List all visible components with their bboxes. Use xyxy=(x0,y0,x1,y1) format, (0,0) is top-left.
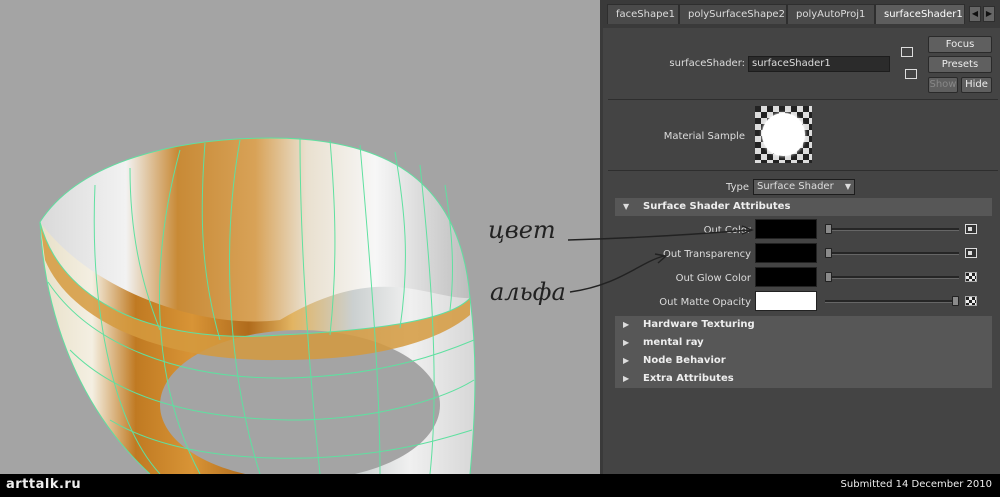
type-dropdown-value: Surface Shader xyxy=(757,181,834,192)
section-mental-ray[interactable]: ▶ mental ray xyxy=(615,334,992,352)
section-surface-shader-attributes[interactable]: ▼ Surface Shader Attributes xyxy=(615,198,992,216)
focus-button[interactable]: Focus xyxy=(928,36,992,53)
tab-scroll-left-icon[interactable]: ◀ xyxy=(969,6,981,22)
out-matte-opacity-label: Out Matte Opacity xyxy=(659,297,751,308)
expand-triangle-icon: ▶ xyxy=(623,338,630,347)
out-color-label: Out Color xyxy=(703,225,751,236)
attribute-editor: faceShape1 polySurfaceShape2 polyAutoPro… xyxy=(603,0,1000,474)
hide-button[interactable]: Hide xyxy=(961,77,992,93)
out-matte-opacity-slider-handle[interactable] xyxy=(952,296,959,306)
tab-scroll-right-icon[interactable]: ▶ xyxy=(983,6,995,22)
sample-sphere xyxy=(762,113,805,156)
footer-bar: arttalk.ru Submitted 14 December 2010 xyxy=(0,474,1000,497)
collapse-triangle-icon: ▼ xyxy=(623,202,630,211)
material-sample-label: Material Sample xyxy=(663,131,745,142)
submitted-date: Submitted 14 December 2010 xyxy=(840,479,992,490)
output-connection-icon[interactable] xyxy=(905,69,917,79)
separator xyxy=(608,99,998,100)
site-logo[interactable]: arttalk.ru xyxy=(6,477,81,492)
section-title: Hardware Texturing xyxy=(643,319,755,330)
out-matte-opacity-map-icon[interactable] xyxy=(965,296,977,306)
show-button[interactable]: Show xyxy=(928,77,958,93)
section-title: Node Behavior xyxy=(643,355,726,366)
presets-button[interactable]: Presets xyxy=(928,56,992,73)
section-hardware-texturing[interactable]: ▶ Hardware Texturing xyxy=(615,316,992,334)
material-sample-swatch xyxy=(755,106,812,163)
section-node-behavior[interactable]: ▶ Node Behavior xyxy=(615,352,992,370)
out-transparency-swatch[interactable] xyxy=(755,243,817,263)
out-color-swatch[interactable] xyxy=(755,219,817,239)
out-color-slider-handle[interactable] xyxy=(825,224,832,234)
annotation-alpha: альфа xyxy=(490,278,566,306)
out-matte-opacity-swatch[interactable] xyxy=(755,291,817,311)
tab-polyautoproj1[interactable]: polyAutoProj1 xyxy=(787,4,875,24)
chevron-down-icon: ▼ xyxy=(844,182,851,191)
out-glow-color-slider[interactable] xyxy=(825,276,959,279)
annotation-color: цвет xyxy=(488,216,556,244)
type-label: Type xyxy=(726,182,749,193)
tab-faceshape1[interactable]: faceShape1 xyxy=(607,4,679,24)
out-transparency-slider-handle[interactable] xyxy=(825,248,832,258)
section-title: Extra Attributes xyxy=(643,373,734,384)
node-name-field[interactable]: surfaceShader1 xyxy=(748,56,890,72)
out-color-slider[interactable] xyxy=(825,228,959,231)
out-matte-opacity-slider[interactable] xyxy=(825,300,959,303)
node-name-label: surfaceShader: xyxy=(669,58,745,69)
out-transparency-map-icon[interactable] xyxy=(965,248,977,258)
out-transparency-slider[interactable] xyxy=(825,252,959,255)
out-glow-color-map-icon[interactable] xyxy=(965,272,977,282)
type-dropdown[interactable]: Surface Shader ▼ xyxy=(753,179,855,195)
section-extra-attributes[interactable]: ▶ Extra Attributes xyxy=(615,370,992,388)
out-glow-color-swatch[interactable] xyxy=(755,267,817,287)
expand-triangle-icon: ▶ xyxy=(623,374,630,383)
node-tab-bar: faceShape1 polySurfaceShape2 polyAutoPro… xyxy=(603,0,1000,28)
out-glow-color-slider-handle[interactable] xyxy=(825,272,832,282)
input-connection-icon[interactable] xyxy=(901,47,913,57)
out-color-map-icon[interactable] xyxy=(965,224,977,234)
tab-surfaceshader1[interactable]: surfaceShader1 xyxy=(875,4,965,24)
tab-polysurfaceshape2[interactable]: polySurfaceShape2 xyxy=(679,4,787,24)
out-glow-color-label: Out Glow Color xyxy=(675,273,751,284)
section-title: mental ray xyxy=(643,337,704,348)
out-transparency-label: Out Transparency xyxy=(662,249,751,260)
section-title: Surface Shader Attributes xyxy=(643,201,791,212)
separator xyxy=(608,170,998,171)
expand-triangle-icon: ▶ xyxy=(623,320,630,329)
expand-triangle-icon: ▶ xyxy=(623,356,630,365)
